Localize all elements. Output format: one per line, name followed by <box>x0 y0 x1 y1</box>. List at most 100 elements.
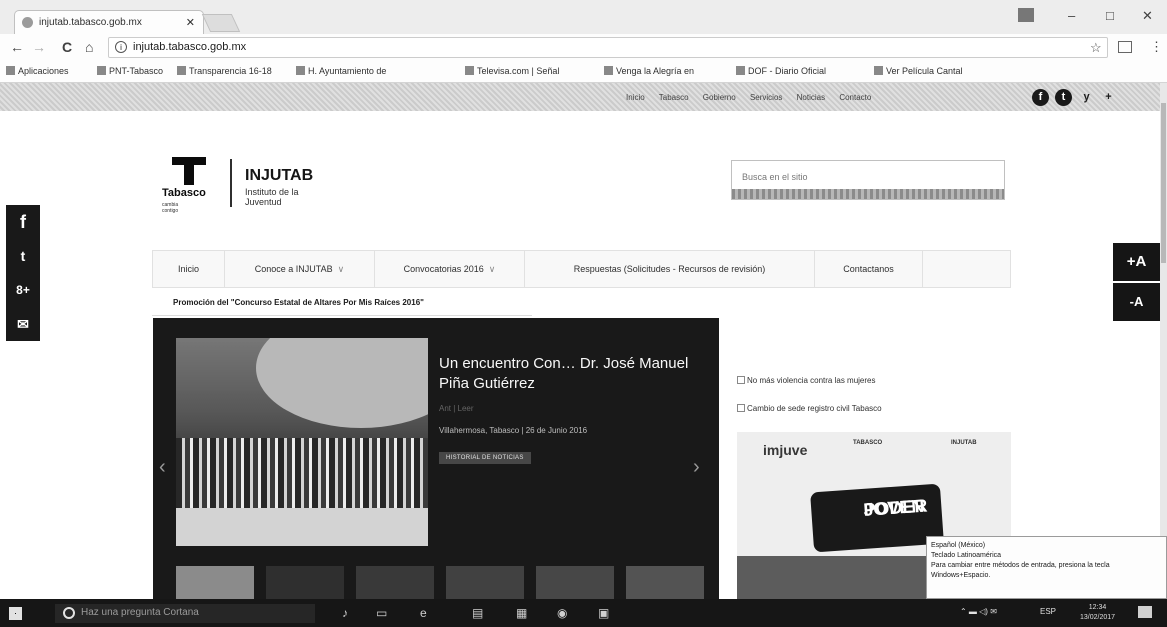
facebook-icon[interactable]: f <box>1032 89 1049 106</box>
tray-icons[interactable]: ⌃ ▬ ◁) ✉ <box>960 607 997 616</box>
browser-tab-strip: injutab.tabasco.gob.mx ✕ – □ ✕ <box>0 0 1167 34</box>
nav-item-respuestas[interactable]: Respuestas (Solicitudes - Recursos de re… <box>525 251 815 287</box>
bookmark-item[interactable]: Venga la Alegría en <box>604 66 694 76</box>
tabasco-t-logo-icon <box>172 157 206 185</box>
app-icon[interactable]: ▣ <box>598 606 609 620</box>
reload-button[interactable]: C <box>62 39 72 55</box>
scrollbar-thumb[interactable] <box>1161 103 1166 263</box>
edge-icon[interactable]: e <box>420 606 427 620</box>
news-history-button[interactable]: HISTORIAL DE NOTICIAS <box>439 452 531 464</box>
page-scrollbar[interactable] <box>1160 83 1167 599</box>
promo-link[interactable]: Promoción del "Concurso Estatal de Altar… <box>173 298 424 307</box>
top-nav-item[interactable]: Servicios <box>750 93 782 102</box>
top-nav: Inicio Tabasco Gobierno Servicios Notici… <box>626 93 883 102</box>
site-search-input[interactable] <box>742 168 996 186</box>
close-tab-icon[interactable]: ✕ <box>186 16 195 29</box>
youtube-icon[interactable]: y <box>1078 89 1095 106</box>
task-view-icon[interactable]: ▭ <box>376 606 387 620</box>
bookmark-item[interactable]: Transparencia 16-18 <box>177 66 272 76</box>
tab-title: injutab.tabasco.gob.mx <box>39 17 142 28</box>
decrease-font-button[interactable]: -A <box>1113 283 1160 321</box>
sidebar-link-registro-civil[interactable]: Cambio de sede registro civil Tabasco <box>737 404 882 413</box>
main-nav: Inicio Conoce a INJUTAB ∨ Convocatorias 2… <box>152 250 1011 288</box>
bookmark-apps[interactable]: Aplicaciones <box>6 66 69 76</box>
browser-menu-button[interactable]: ⋮ <box>1150 39 1163 55</box>
site-search <box>731 160 1005 200</box>
ime-hint: Para cambiar entre métodos de entrada, p… <box>931 562 1110 579</box>
file-explorer-icon[interactable]: ▤ <box>472 606 483 620</box>
slider-next-icon[interactable]: › <box>693 456 700 479</box>
share-googleplus-icon[interactable]: 8+ <box>6 273 40 307</box>
bookmark-item[interactable]: Ver Película Cantal <box>874 66 963 76</box>
home-button[interactable]: ⌂ <box>85 39 93 55</box>
chrome-icon[interactable]: ◉ <box>557 606 567 620</box>
browser-tab[interactable]: injutab.tabasco.gob.mx ✕ <box>14 10 204 34</box>
store-icon[interactable]: ▦ <box>516 606 527 620</box>
new-tab-button[interactable] <box>201 14 241 32</box>
injutab-logo: INJUTAB <box>951 440 977 446</box>
share-email-icon[interactable]: ✉ <box>6 307 40 341</box>
bookmark-item[interactable]: PNT-Tabasco <box>97 66 163 76</box>
top-nav-item[interactable]: Gobierno <box>703 93 736 102</box>
logo-subtitle: Instituto de la Juventud <box>245 187 299 207</box>
top-nav-item[interactable]: Inicio <box>626 93 645 102</box>
slide-subtitle: Ant | Leer <box>439 404 474 413</box>
slider-thumbnail[interactable] <box>356 566 434 599</box>
sidebar-link-violencia[interactable]: No más violencia contra las mujeres <box>737 376 876 385</box>
input-method-popup: Español (México) Teclado Latinoamérica P… <box>926 536 1167 599</box>
nav-item-inicio[interactable]: Inicio <box>153 251 225 287</box>
slider-thumbnail[interactable] <box>446 566 524 599</box>
address-bar[interactable]: i injutab.tabasco.gob.mx <box>108 37 1108 58</box>
forward-button[interactable]: → <box>32 39 46 55</box>
windows-taskbar: Haz una pregunta Cortana ♪ ▭ e ▤ ▦ ◉ ▣ ⌃… <box>0 599 1167 627</box>
cortana-search-box[interactable]: Haz una pregunta Cortana <box>55 604 315 623</box>
slider-thumbnail[interactable] <box>176 566 254 599</box>
search-decoration <box>732 189 1004 199</box>
bookmark-star-icon[interactable]: ☆ <box>1090 40 1102 56</box>
profile-icon[interactable] <box>1018 8 1034 22</box>
action-center-icon[interactable] <box>1138 606 1152 618</box>
poder-joven-logo: PODER JOVEN <box>810 483 944 553</box>
page-icon <box>465 66 474 75</box>
url-text: injutab.tabasco.gob.mx <box>133 41 247 53</box>
more-social-icon[interactable]: + <box>1100 89 1117 106</box>
bookmark-item[interactable]: H. Ayuntamiento de <box>296 66 386 76</box>
minimize-button[interactable]: – <box>1068 8 1075 23</box>
close-window-button[interactable]: ✕ <box>1142 8 1153 24</box>
bookmark-item[interactable]: Televisa.com | Señal <box>465 66 559 76</box>
nav-item-conoce[interactable]: Conoce a INJUTAB ∨ <box>225 251 375 287</box>
cortana-icon <box>63 607 75 619</box>
tabasco-logo: TABASCO <box>853 440 883 446</box>
slider-thumbnail[interactable] <box>626 566 704 599</box>
taskbar-clock[interactable]: 12:34 13/02/2017 <box>1080 603 1115 623</box>
page-icon <box>97 66 106 75</box>
slide-title[interactable]: Un encuentro Con… Dr. José Manuel Piña G… <box>439 354 689 394</box>
language-indicator[interactable]: ESP <box>1040 607 1056 616</box>
nav-item-contactanos[interactable]: Contactanos <box>815 251 923 287</box>
share-facebook-icon[interactable]: f <box>6 205 40 239</box>
windows-start-icon[interactable] <box>9 607 22 620</box>
slider-thumbnail[interactable] <box>536 566 614 599</box>
top-nav-item[interactable]: Noticias <box>797 93 825 102</box>
bookmark-item[interactable]: DOF - Diario Oficial <box>736 66 826 76</box>
microphone-icon[interactable]: ♪ <box>342 606 348 620</box>
page-icon <box>736 66 745 75</box>
slider-thumbnails <box>176 566 716 599</box>
increase-font-button[interactable]: +A <box>1113 243 1160 281</box>
imjuve-logo: imjuve <box>763 442 808 458</box>
slide-photo[interactable] <box>176 338 428 546</box>
slider-prev-icon[interactable]: ‹ <box>159 456 166 479</box>
share-twitter-icon[interactable]: t <box>6 239 40 273</box>
slider-thumbnail[interactable] <box>266 566 344 599</box>
maximize-button[interactable]: □ <box>1106 8 1114 23</box>
image-icon <box>737 404 745 412</box>
extension-icon[interactable] <box>1118 41 1132 53</box>
top-nav-item[interactable]: Contacto <box>839 93 871 102</box>
ime-language: Español (México) <box>931 542 986 549</box>
twitter-icon[interactable]: t <box>1055 89 1072 106</box>
favicon-icon <box>22 17 33 28</box>
top-nav-item[interactable]: Tabasco <box>659 93 689 102</box>
nav-item-convocatorias[interactable]: Convocatorias 2016 ∨ <box>375 251 525 287</box>
back-button[interactable]: ← <box>10 39 24 55</box>
info-icon[interactable]: i <box>115 41 127 53</box>
